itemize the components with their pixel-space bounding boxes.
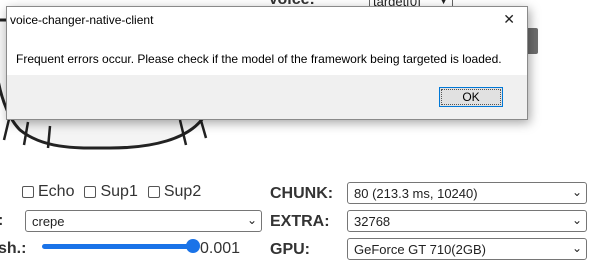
sup2-checkbox-box[interactable] bbox=[147, 186, 160, 198]
sup1-checkbox-box[interactable] bbox=[84, 186, 97, 198]
threshold-value: 0.001 bbox=[200, 240, 241, 257]
sup1-checkbox-label: Sup1 bbox=[100, 183, 138, 200]
chunk-value: 80 (213.3 ms, 10240) bbox=[354, 186, 478, 201]
sup2-checkbox-label: Sup2 bbox=[163, 183, 202, 200]
ok-button[interactable]: OK bbox=[439, 87, 503, 107]
sup2-checkbox[interactable]: Sup2 bbox=[147, 183, 202, 201]
extra-label: EXTRA: bbox=[270, 213, 330, 230]
error-dialog: voice-changer-native-client ✕ Frequent e… bbox=[6, 6, 528, 120]
gpu-label: GPU: bbox=[270, 241, 310, 258]
threshold-slider-thumb[interactable] bbox=[186, 239, 200, 253]
echo-checkbox[interactable]: Echo bbox=[22, 183, 74, 201]
echo-checkbox-box[interactable] bbox=[22, 186, 34, 198]
chevron-down-icon: ⌄ bbox=[571, 241, 582, 255]
dialog-message: Frequent errors occur. Please check if t… bbox=[16, 52, 502, 66]
extra-select[interactable]: 32768 ⌄ bbox=[347, 210, 587, 232]
f0-detector-value: crepe bbox=[32, 214, 65, 229]
echo-checkbox-label: Echo bbox=[38, 183, 75, 200]
gpu-value: GeForce GT 710(2GB) bbox=[354, 242, 486, 257]
chunk-label: CHUNK: bbox=[270, 185, 334, 202]
chevron-down-icon: ⌄ bbox=[571, 213, 582, 227]
dialog-footer: OK bbox=[7, 75, 527, 119]
threshold-label: sh.: bbox=[0, 240, 27, 257]
ok-button-label: OK bbox=[462, 90, 480, 104]
dialog-title: voice-changer-native-client bbox=[10, 13, 154, 27]
chevron-down-icon: ⌄ bbox=[571, 185, 582, 199]
chevron-down-icon: ⌄ bbox=[246, 213, 257, 227]
threshold-slider-track[interactable] bbox=[42, 244, 196, 249]
f0-detector-select[interactable]: crepe ⌄ bbox=[25, 210, 262, 232]
gpu-select[interactable]: GeForce GT 710(2GB) ⌄ bbox=[347, 238, 587, 260]
sup1-checkbox[interactable]: Sup1 bbox=[84, 183, 138, 201]
close-icon[interactable]: ✕ bbox=[503, 11, 515, 28]
chunk-select[interactable]: 80 (213.3 ms, 10240) ⌄ bbox=[347, 182, 587, 204]
extra-value: 32768 bbox=[354, 214, 391, 229]
f0-detector-label: : bbox=[0, 212, 3, 230]
checkbox-row: Echo Sup1 Sup2 bbox=[22, 183, 201, 201]
